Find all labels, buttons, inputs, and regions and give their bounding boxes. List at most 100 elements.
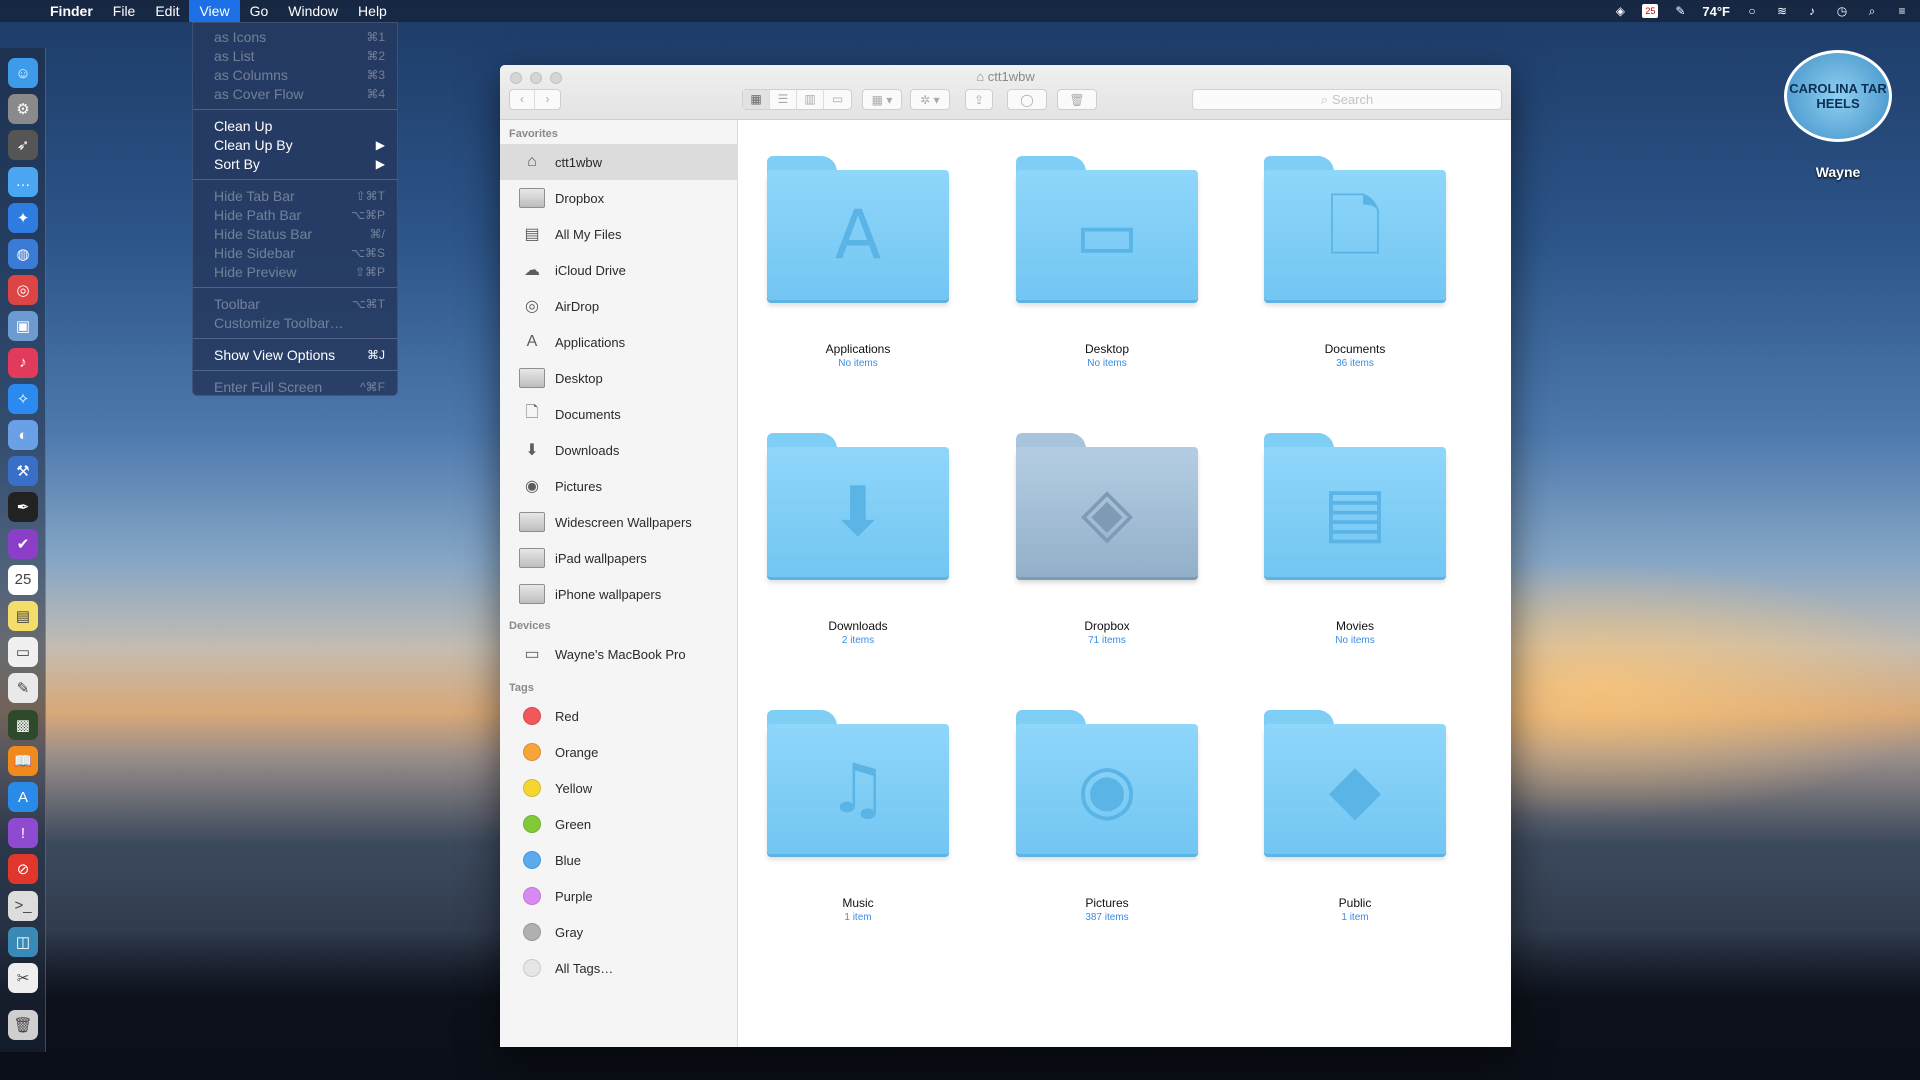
ink-icon[interactable]: ✒	[8, 492, 38, 523]
instruments-icon[interactable]: !	[8, 818, 38, 849]
wifi-icon[interactable]: ≋	[1774, 4, 1790, 18]
sidebar-item-desktop[interactable]: Desktop	[500, 360, 737, 396]
launchpad-icon[interactable]: ➶	[8, 130, 38, 161]
sidebar-item-pictures[interactable]: ◉ Pictures	[500, 468, 737, 504]
chrome-icon[interactable]: ◎	[8, 275, 38, 306]
menu-file[interactable]: File	[103, 0, 146, 22]
delete-button[interactable]: 🗑	[1057, 89, 1097, 110]
calendar-status-icon[interactable]: 25	[1642, 4, 1659, 18]
sidebar-tag-red[interactable]: Red	[500, 698, 737, 734]
action-gear-button[interactable]: ✲ ▾	[910, 89, 950, 110]
terminal-icon[interactable]: >_	[8, 890, 38, 921]
sidebar-item-all-my-files[interactable]: ▤ All My Files	[500, 216, 737, 252]
menu-go[interactable]: Go	[240, 0, 279, 22]
globe-icon[interactable]: ◍	[8, 239, 38, 269]
desktop-folder-icon: ▭	[1016, 156, 1198, 300]
music-folder-icon: ♫	[767, 710, 949, 854]
xcode-icon[interactable]: ⚒	[8, 456, 38, 487]
weather-temperature[interactable]: 74°F	[1702, 4, 1730, 19]
time-machine-icon[interactable]: ◷	[1834, 4, 1850, 18]
sidebar-item-ctt1wbw[interactable]: ⌂ ctt1wbw	[500, 144, 737, 180]
sidebar-item-documents[interactable]: 🗋 Documents	[500, 396, 737, 432]
sidebar-item-airdrop[interactable]: ◎ AirDrop	[500, 288, 737, 324]
volume-icon[interactable]: ♪	[1804, 4, 1820, 18]
sidebar-tag-yellow[interactable]: Yellow	[500, 770, 737, 806]
folder-desktop[interactable]: ▭ Desktop No items	[1007, 156, 1207, 369]
view-menu-item-clean-up-by[interactable]: Clean Up By ▶	[193, 135, 397, 154]
pictures-folder-icon: ◉	[1016, 710, 1198, 854]
folder-music[interactable]: ♫ Music 1 item	[758, 710, 958, 923]
edit-tags-button[interactable]: ◯	[1007, 89, 1047, 110]
icon-view-button[interactable]: ▦	[743, 90, 770, 109]
sidebar-item-label: Documents	[555, 406, 621, 422]
folder-public[interactable]: ◆ Public 1 item	[1255, 710, 1455, 923]
view-menu-item-clean-up[interactable]: Clean Up	[193, 116, 397, 135]
desktop-icon-wayne[interactable]: CAROLINA TAR HEELS Wayne	[1778, 50, 1898, 180]
folder-applications[interactable]: A Applications No items	[758, 156, 958, 369]
forward-button[interactable]: ›	[535, 90, 560, 109]
sidebar-tag-gray[interactable]: Gray	[500, 914, 737, 950]
twitter-icon[interactable]: ✧	[8, 383, 38, 414]
sidebar-item-ipad-wallpapers[interactable]: iPad wallpapers	[500, 540, 737, 576]
sidebar-item-label: Desktop	[555, 370, 603, 386]
list-view-button[interactable]: ☰	[770, 90, 797, 109]
image-capture-icon[interactable]: ◫	[8, 926, 38, 957]
menu-edit[interactable]: Edit	[145, 0, 189, 22]
sidebar-item-downloads[interactable]: ⬇ Downloads	[500, 432, 737, 468]
app-store-icon[interactable]: A	[8, 782, 38, 812]
folder-pictures[interactable]: ◉ Pictures 387 items	[1007, 710, 1207, 923]
dropbox-status-icon[interactable]: ◈	[1612, 4, 1628, 18]
sidebar-item-icloud-drive[interactable]: ☁ iCloud Drive	[500, 252, 737, 288]
sidebar-tag-green[interactable]: Green	[500, 806, 737, 842]
ibooks-icon[interactable]: 📖	[8, 745, 38, 776]
arrange-button[interactable]: ▦ ▾	[862, 89, 902, 110]
photo-app-icon[interactable]: ▩	[8, 709, 38, 740]
view-menu-item-sort-by[interactable]: Sort By ▶	[193, 154, 397, 173]
menu-item-shortcut: ⌘/	[369, 226, 385, 241]
tweetbot-icon[interactable]: ◐	[8, 420, 38, 450]
notification-status-icon[interactable]: ○	[1744, 4, 1760, 18]
finder-icon[interactable]: ☺	[8, 58, 38, 88]
menu-window[interactable]: Window	[278, 0, 348, 22]
grapher-icon[interactable]: ✂	[8, 963, 38, 993]
sidebar-tag-purple[interactable]: Purple	[500, 878, 737, 914]
folder-movies[interactable]: ▤ Movies No items	[1255, 433, 1455, 646]
safari-icon[interactable]: ✦	[8, 202, 38, 233]
sidebar-device-macbook[interactable]: ▭ Wayne's MacBook Pro	[500, 636, 737, 672]
calendar-icon[interactable]: 25	[8, 564, 38, 595]
sidebar-item-applications[interactable]: A Applications	[500, 324, 737, 360]
stickies-icon[interactable]: ▤	[8, 601, 38, 631]
messages-icon[interactable]: …	[8, 166, 38, 197]
sidebar-item-dropbox[interactable]: Dropbox	[500, 180, 737, 216]
notification-center-icon[interactable]: ≡	[1894, 4, 1910, 18]
folder-item-count: 1 item	[844, 912, 872, 923]
sidebar-item-widescreen-wallpapers[interactable]: Widescreen Wallpapers	[500, 504, 737, 540]
cover-flow-button[interactable]: ▭	[824, 90, 851, 109]
share-button[interactable]: ⇪	[965, 89, 993, 110]
folder-documents[interactable]: 🗋 Documents 36 items	[1255, 156, 1455, 369]
menu-finder[interactable]: Finder	[40, 0, 103, 22]
textedit-icon[interactable]: ▭	[8, 637, 38, 668]
menu-help[interactable]: Help	[348, 0, 397, 22]
back-button[interactable]: ‹	[510, 90, 536, 109]
omnifocus-icon[interactable]: ✔	[8, 528, 38, 559]
search-input[interactable]: ⌕ Search	[1192, 89, 1502, 110]
tools-status-icon[interactable]: ✎	[1672, 4, 1688, 18]
spotlight-search-icon[interactable]: ⌕	[1864, 4, 1880, 18]
column-view-button[interactable]: ▥	[797, 90, 824, 109]
system-preferences-icon[interactable]: ⚙	[8, 94, 38, 125]
sidebar-tag-blue[interactable]: Blue	[500, 842, 737, 878]
trash-icon[interactable]: 🗑	[8, 1010, 38, 1040]
news-icon[interactable]: ⊘	[8, 854, 38, 885]
sidebar-item-iphone-wallpapers[interactable]: iPhone wallpapers	[500, 576, 737, 612]
sidebar-tag-all-tags[interactable]: All Tags…	[500, 950, 737, 986]
menu-item-shortcut: ⌥⌘S	[351, 245, 385, 260]
preview-icon[interactable]: ▣	[8, 311, 38, 342]
view-menu-item-show-view-options[interactable]: Show View Options ⌘J	[193, 345, 397, 364]
menu-view[interactable]: View	[189, 0, 240, 22]
sidebar-tag-orange[interactable]: Orange	[500, 734, 737, 770]
script-editor-icon[interactable]: ✎	[8, 673, 38, 704]
folder-downloads[interactable]: ⬇ Downloads 2 items	[758, 433, 958, 646]
itunes-icon[interactable]: ♪	[8, 347, 38, 378]
folder-dropbox[interactable]: ◈ Dropbox 71 items	[1007, 433, 1207, 646]
